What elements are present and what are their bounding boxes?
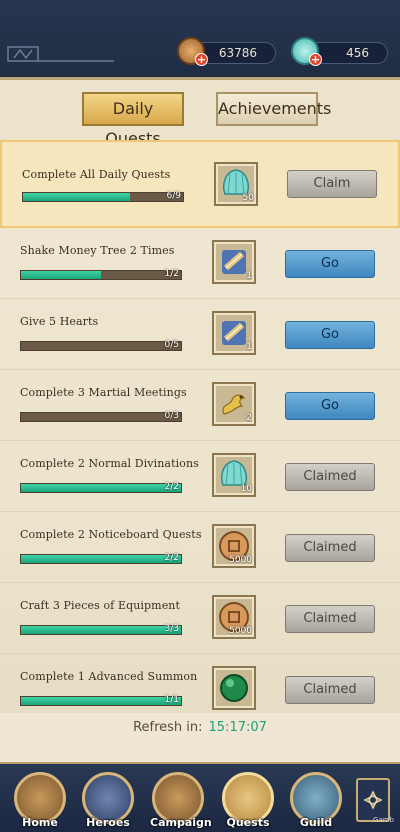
quest-title: Complete 2 Normal Divinations: [20, 457, 199, 470]
quest-title: Craft 3 Pieces of Equipment: [20, 599, 181, 612]
reward-slot[interactable]: 5000: [212, 524, 256, 568]
refresh-label: Refresh in:: [133, 720, 203, 735]
nav-home-label: Home: [22, 816, 58, 829]
coin-counter[interactable]: + 63786: [177, 37, 276, 66]
claimed-button[interactable]: Claimed: [285, 676, 375, 704]
progress-bar: 2/2: [20, 553, 182, 564]
progress-text: 0/5: [164, 340, 179, 350]
quest-title: Complete 2 Noticeboard Quests: [20, 528, 202, 541]
progress-bar: 0/5: [20, 340, 182, 351]
quest-row: Craft 3 Pieces of Equipment 3/3 5000 Cla…: [0, 583, 400, 654]
progress-bar: 6/9: [22, 191, 184, 202]
bottom-nav: Home Heroes Campaign Quests Guild Gamb: [0, 762, 400, 832]
refresh-time: 15:17:07: [208, 720, 267, 735]
reward-qty: 5000: [229, 626, 252, 636]
add-gems-icon[interactable]: +: [309, 53, 322, 66]
go-button[interactable]: Go: [285, 250, 375, 278]
nav-quests-label: Quests: [226, 816, 270, 829]
nav-campaign-label: Campaign: [150, 816, 212, 829]
reward-slot[interactable]: 10: [212, 453, 256, 497]
progress-text: 0/3: [164, 411, 179, 421]
progress-bar: 2/2: [20, 482, 182, 493]
quest-title: Shake Money Tree 2 Times: [20, 244, 175, 257]
gem-counter[interactable]: + 456: [291, 37, 388, 66]
reward-qty: 5000: [229, 555, 252, 565]
quest-title: Give 5 Hearts: [20, 315, 99, 328]
progress-fill: [21, 271, 101, 279]
progress-bar: 3/3: [20, 624, 182, 635]
progress-fill: [21, 697, 181, 705]
top-bar: + 63786 + 456: [0, 0, 400, 80]
reward-slot[interactable]: 5000: [212, 595, 256, 639]
reward-qty: 50: [242, 193, 254, 203]
reward-slot[interactable]: 50: [214, 162, 258, 206]
coin-amount: 63786: [218, 46, 257, 60]
add-coins-icon[interactable]: +: [195, 53, 208, 66]
quest-title: Complete 1 Advanced Summon: [20, 670, 198, 683]
reward-slot[interactable]: 1: [212, 311, 256, 355]
reward-slot[interactable]: 2: [212, 382, 256, 426]
progress-text: 1/1: [164, 695, 179, 705]
watermark: Gamb: [373, 816, 394, 824]
progress-fill: [21, 555, 181, 563]
reward-qty: 1: [246, 342, 252, 352]
progress-bar: 1/2: [20, 269, 182, 280]
jade-orb-icon: [220, 674, 248, 702]
progress-text: 2/2: [164, 482, 179, 492]
quest-row: Complete 1 Advanced Summon 1/1 Claimed: [0, 654, 400, 713]
nav-heroes[interactable]: Heroes: [80, 770, 136, 830]
go-button[interactable]: Go: [285, 392, 375, 420]
gem-amount: 456: [346, 46, 369, 60]
claimed-button[interactable]: Claimed: [285, 463, 375, 491]
progress-text: 6/9: [166, 191, 181, 201]
reward-qty: 10: [240, 484, 252, 494]
quest-row: Complete 3 Martial Meetings 0/3 2 Go: [0, 370, 400, 441]
refresh-timer: Refresh in: 15:17:07: [0, 720, 400, 735]
progress-text: 1/2: [164, 269, 179, 279]
quest-title: Complete All Daily Quests: [22, 168, 171, 181]
progress-fill: [21, 484, 181, 492]
tab-achievements[interactable]: Achievements: [216, 92, 331, 126]
progress-bar: 0/3: [20, 411, 182, 422]
claimed-button[interactable]: Claimed: [285, 605, 375, 633]
progress-bar: 1/1: [20, 695, 182, 706]
nav-home[interactable]: Home: [12, 770, 68, 830]
tab-bar: Daily Quests Achievements: [0, 80, 400, 148]
quest-row: Give 5 Hearts 0/5 1 Go: [0, 299, 400, 370]
reward-qty: 2: [246, 413, 252, 423]
progress-fill: [23, 193, 130, 201]
quest-row: Complete 2 Normal Divinations 2/2 10 Cla…: [0, 441, 400, 512]
progress-text: 2/2: [164, 553, 179, 563]
flower-menu-icon: [363, 790, 383, 810]
quest-row: Complete All Daily Quests 6/9 50 Claim: [0, 140, 400, 228]
nav-guild[interactable]: Guild: [288, 770, 344, 830]
progress-fill: [21, 626, 181, 634]
ornament-icon: [7, 46, 114, 62]
tab-daily-quests[interactable]: Daily Quests: [82, 92, 184, 148]
go-button[interactable]: Go: [285, 321, 375, 349]
nav-guild-label: Guild: [299, 816, 333, 829]
nav-heroes-label: Heroes: [86, 816, 130, 829]
quest-list[interactable]: Complete All Daily Quests 6/9 50 Claim S…: [0, 140, 400, 713]
progress-text: 3/3: [164, 624, 179, 634]
quest-title: Complete 3 Martial Meetings: [20, 386, 187, 399]
reward-slot[interactable]: 1: [212, 240, 256, 284]
quest-row: Complete 2 Noticeboard Quests 2/2 5000 C…: [0, 512, 400, 583]
reward-qty: 1: [246, 271, 252, 281]
claim-button[interactable]: Claim: [287, 170, 377, 198]
reward-slot[interactable]: [212, 666, 256, 710]
nav-quests[interactable]: Quests: [220, 770, 276, 830]
nav-campaign[interactable]: Campaign: [150, 770, 212, 830]
quest-row: Shake Money Tree 2 Times 1/2 1 Go: [0, 228, 400, 299]
claimed-button[interactable]: Claimed: [285, 534, 375, 562]
